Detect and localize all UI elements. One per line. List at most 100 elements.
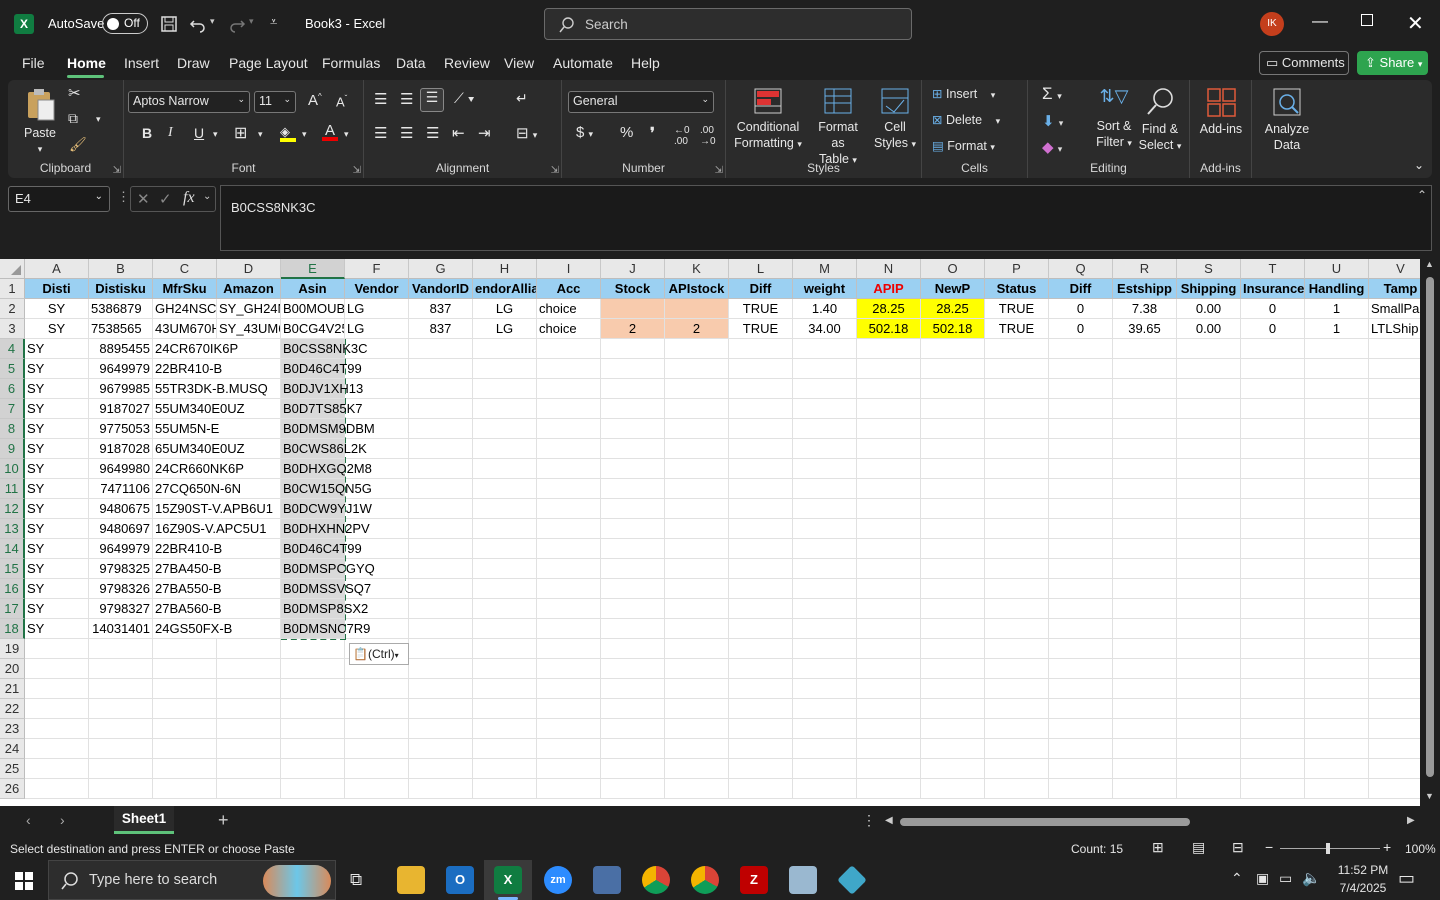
font-launcher-icon[interactable]: ⇲ [353, 165, 361, 176]
column-header-j[interactable]: J [601, 259, 665, 279]
cell[interactable] [985, 539, 1049, 559]
cell[interactable] [665, 679, 729, 699]
cell[interactable] [921, 739, 985, 759]
cell[interactable]: 9480697 [89, 519, 153, 539]
clear-icon[interactable]: ◆ ▾ [1042, 138, 1062, 156]
cell[interactable] [281, 679, 345, 699]
cell[interactable] [409, 539, 473, 559]
cell[interactable] [1049, 459, 1113, 479]
tab-file[interactable]: File [22, 55, 45, 71]
cell[interactable] [1049, 699, 1113, 719]
cell[interactable] [1049, 679, 1113, 699]
cell[interactable]: SY_GH24N [217, 299, 281, 319]
cell[interactable] [473, 599, 537, 619]
cell[interactable] [601, 639, 665, 659]
cell[interactable] [1305, 719, 1369, 739]
column-header-i[interactable]: I [537, 259, 601, 279]
cell[interactable] [1177, 579, 1241, 599]
volume-icon[interactable]: 🔈 [1302, 869, 1321, 887]
row-header[interactable]: 20 [0, 659, 25, 679]
cell[interactable] [1369, 719, 1420, 739]
avatar[interactable]: IK [1260, 12, 1284, 36]
insert-function-dropdown-icon[interactable]: ⌄ [203, 191, 211, 202]
cell[interactable] [729, 739, 793, 759]
row-header[interactable]: 2 [0, 299, 25, 319]
row-header[interactable]: 8 [0, 419, 25, 439]
cell[interactable] [1113, 339, 1177, 359]
cell[interactable] [729, 759, 793, 779]
cell[interactable] [1305, 739, 1369, 759]
cell[interactable] [1369, 359, 1420, 379]
row-header[interactable]: 24 [0, 739, 25, 759]
cell[interactable] [985, 439, 1049, 459]
cell[interactable]: Disti [25, 279, 89, 299]
column-header-u[interactable]: U [1305, 259, 1369, 279]
cell[interactable]: Vendor [345, 279, 409, 299]
cell[interactable] [217, 539, 281, 559]
cell[interactable] [665, 359, 729, 379]
cell[interactable] [793, 339, 857, 359]
redo-dropdown-icon[interactable]: ▾ [249, 16, 254, 27]
cell[interactable] [473, 419, 537, 439]
cell[interactable]: 1 [1305, 319, 1369, 339]
cell[interactable]: 0 [1049, 299, 1113, 319]
cell[interactable] [1241, 479, 1305, 499]
zoom-level[interactable]: 100% [1405, 842, 1436, 856]
cell[interactable] [985, 579, 1049, 599]
cell[interactable]: 9679985 [89, 379, 153, 399]
cell[interactable] [537, 419, 601, 439]
cell[interactable] [601, 399, 665, 419]
font-color-dropdown-icon[interactable]: ▾ [344, 129, 349, 140]
tab-automate[interactable]: Automate [553, 55, 613, 71]
cell[interactable]: 9187028 [89, 439, 153, 459]
cell[interactable]: 34.00 [793, 319, 857, 339]
scroll-up-icon[interactable]: ▲ [1425, 259, 1434, 269]
cell[interactable] [1049, 419, 1113, 439]
cell[interactable] [857, 659, 921, 679]
wrap-text-icon[interactable]: ↵ [516, 90, 528, 107]
cell[interactable] [921, 539, 985, 559]
cell[interactable] [217, 559, 281, 579]
cell[interactable] [153, 779, 217, 799]
cell[interactable]: 28.25 [857, 299, 921, 319]
cancel-entry-icon[interactable]: ✕ [137, 190, 150, 208]
cell[interactable] [1177, 499, 1241, 519]
column-header-h[interactable]: H [473, 259, 537, 279]
cell[interactable] [473, 619, 537, 639]
cell[interactable] [1369, 399, 1420, 419]
column-header-d[interactable]: D [217, 259, 281, 279]
cell[interactable]: APIstock [665, 279, 729, 299]
row-header[interactable]: 6 [0, 379, 25, 399]
cell[interactable] [1177, 599, 1241, 619]
cell[interactable] [153, 659, 217, 679]
cell[interactable] [537, 399, 601, 419]
insert-cells-button[interactable]: ⊞ Insert ▾ [932, 86, 995, 101]
cell[interactable] [537, 379, 601, 399]
cell[interactable] [985, 779, 1049, 799]
cell[interactable]: 27BA550-B [153, 579, 222, 599]
cell[interactable] [1241, 359, 1305, 379]
cell[interactable] [665, 639, 729, 659]
cell[interactable]: LG [345, 319, 409, 339]
cell[interactable] [409, 419, 473, 439]
borders-dropdown-icon[interactable]: ▾ [258, 129, 263, 140]
cell[interactable]: LG [345, 299, 409, 319]
cell[interactable] [1305, 759, 1369, 779]
cell[interactable] [25, 659, 89, 679]
cell[interactable] [537, 479, 601, 499]
cell[interactable] [857, 639, 921, 659]
cell[interactable] [537, 679, 601, 699]
cell[interactable]: 9798327 [89, 599, 153, 619]
cell[interactable]: 9798326 [89, 579, 153, 599]
tab-formulas[interactable]: Formulas [322, 55, 380, 71]
cell[interactable] [1113, 619, 1177, 639]
search-box[interactable]: Search [544, 8, 912, 40]
column-header-o[interactable]: O [921, 259, 985, 279]
cell[interactable] [793, 459, 857, 479]
cell[interactable] [281, 779, 345, 799]
cell[interactable] [1113, 739, 1177, 759]
cell[interactable] [1369, 759, 1420, 779]
horizontal-scroll-thumb[interactable] [900, 818, 1190, 826]
cell[interactable] [793, 519, 857, 539]
zoom-in-icon[interactable]: + [1383, 839, 1391, 855]
